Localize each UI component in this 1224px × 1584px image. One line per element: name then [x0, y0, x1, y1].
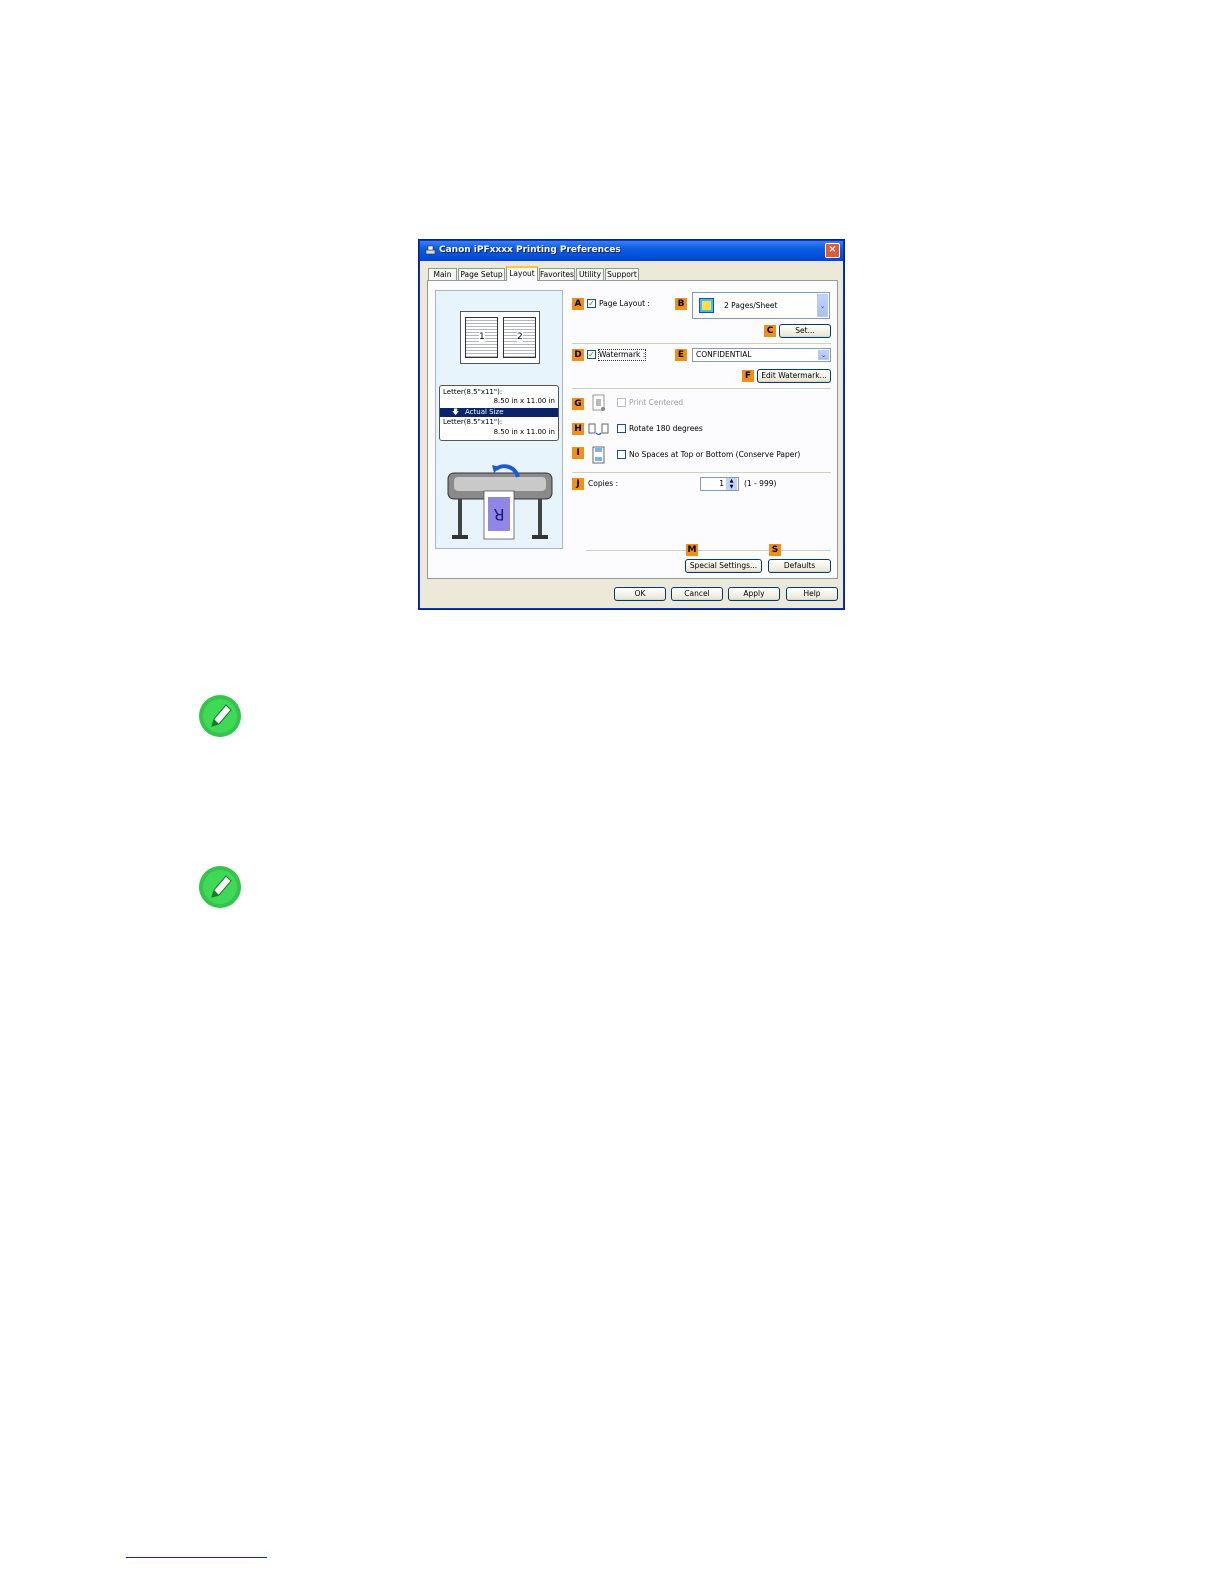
pages-per-sheet-icon — [699, 298, 714, 313]
watermark-select[interactable]: CONFIDENTIAL ⌄ — [692, 348, 831, 362]
copies-range: (1 - 999) — [744, 479, 777, 488]
page-layout-select[interactable]: 2 Pages/Sheet ⌄ — [692, 292, 830, 319]
no-spaces-label: No Spaces at Top or Bottom (Conserve Pap… — [629, 450, 801, 459]
info-output-dimensions: 8.50 in x 11.00 in — [493, 428, 555, 436]
preview-page-1: 1 — [465, 317, 498, 358]
page-number: 1 — [479, 332, 485, 342]
badge-s: S — [769, 544, 781, 556]
page-layout-set-button[interactable]: Set... — [779, 324, 831, 338]
print-centered-label: Print Centered — [629, 398, 684, 407]
sheet-preview: 1 2 — [460, 311, 540, 364]
badge-c: C — [764, 325, 776, 337]
tab-layout[interactable]: Layout — [506, 266, 538, 281]
ok-button[interactable]: OK — [614, 587, 666, 601]
badge-h: H — [572, 423, 584, 435]
rotate-180-label: Rotate 180 degrees — [629, 424, 703, 433]
printer-illustration: R — [447, 464, 553, 540]
separator — [586, 550, 831, 551]
info-scaling: Actual Size — [465, 408, 504, 416]
page-layout-value: 2 Pages/Sheet — [724, 301, 778, 310]
edit-watermark-button[interactable]: Edit Watermark... — [757, 369, 831, 383]
close-icon[interactable]: × — [825, 243, 840, 258]
print-centered-icon — [592, 394, 605, 411]
tab-page-setup[interactable]: Page Setup — [458, 268, 505, 280]
page-number: 2 — [517, 332, 523, 342]
down-arrow-icon: 🡇 — [452, 408, 460, 416]
printer-app-icon — [425, 245, 436, 255]
preview-page-2: 2 — [503, 317, 536, 358]
pencil-note-icon — [199, 695, 241, 737]
info-scaling-row: 🡇 Actual Size — [440, 408, 558, 417]
dialog-title: Canon iPFxxxx Printing Preferences — [439, 245, 621, 255]
info-output-size: Letter(8.5"x11"): — [443, 418, 503, 426]
copies-value: 1 — [719, 479, 724, 488]
badge-e: E — [675, 349, 687, 361]
watermark-checkbox[interactable]: ✓ — [587, 350, 596, 359]
print-centered-checkbox[interactable] — [617, 398, 626, 407]
watermark-value: CONFIDENTIAL — [696, 350, 752, 359]
separator — [572, 343, 831, 344]
separator — [572, 472, 831, 473]
conserve-paper-icon — [592, 446, 605, 464]
footer-link-rule — [126, 1557, 267, 1558]
badge-g: G — [572, 398, 584, 410]
special-settings-button[interactable]: Special Settings... — [685, 559, 762, 573]
badge-i: I — [572, 447, 584, 459]
rotate-icon — [588, 423, 609, 436]
copies-label: Copies : — [588, 479, 619, 488]
page-layout-checkbox[interactable]: ✓ — [587, 299, 596, 308]
separator — [572, 388, 831, 389]
info-source-dimensions: 8.50 in x 11.00 in — [493, 397, 555, 405]
badge-d: D — [572, 349, 584, 361]
badge-a: A — [572, 298, 584, 310]
layout-tab-panel: 1 2 Letter(8.5"x11"): 8.50 in x 11.00 in… — [427, 280, 838, 579]
tab-utility[interactable]: Utility — [576, 268, 604, 280]
title-bar[interactable]: Canon iPFxxxx Printing Preferences × — [420, 241, 843, 261]
rotate-180-checkbox[interactable] — [617, 424, 626, 433]
printing-preferences-dialog: Canon iPFxxxx Printing Preferences × Mai… — [419, 240, 844, 609]
cancel-button[interactable]: Cancel — [671, 587, 723, 601]
help-button[interactable]: Help — [786, 587, 838, 601]
defaults-button[interactable]: Defaults — [768, 559, 831, 573]
pencil-note-icon — [199, 866, 241, 908]
paper-size-info: Letter(8.5"x11"): 8.50 in x 11.00 in 🡇 A… — [439, 385, 559, 441]
badge-f: F — [742, 370, 754, 382]
apply-button[interactable]: Apply — [728, 587, 780, 601]
spin-down-icon[interactable]: ▼ — [726, 484, 737, 490]
chevron-down-icon[interactable]: ⌄ — [818, 350, 829, 360]
copies-spinner[interactable]: 1 ▲ ▼ — [700, 477, 739, 491]
tab-support[interactable]: Support — [605, 268, 639, 280]
badge-j: J — [572, 478, 584, 490]
chevron-down-icon[interactable]: ⌄ — [817, 294, 828, 317]
no-spaces-checkbox[interactable] — [617, 450, 626, 459]
tab-main[interactable]: Main — [428, 268, 457, 280]
badge-b: B — [675, 298, 687, 310]
tab-favorites[interactable]: Favorites — [539, 268, 575, 280]
printer-sheet-letter: R — [493, 505, 504, 524]
watermark-label: Watermark : — [597, 349, 647, 361]
page-layout-label: Page Layout : — [599, 299, 650, 308]
info-source-size: Letter(8.5"x11"): — [443, 388, 503, 396]
layout-preview: 1 2 Letter(8.5"x11"): 8.50 in x 11.00 in… — [435, 290, 563, 549]
badge-m: M — [686, 544, 698, 556]
